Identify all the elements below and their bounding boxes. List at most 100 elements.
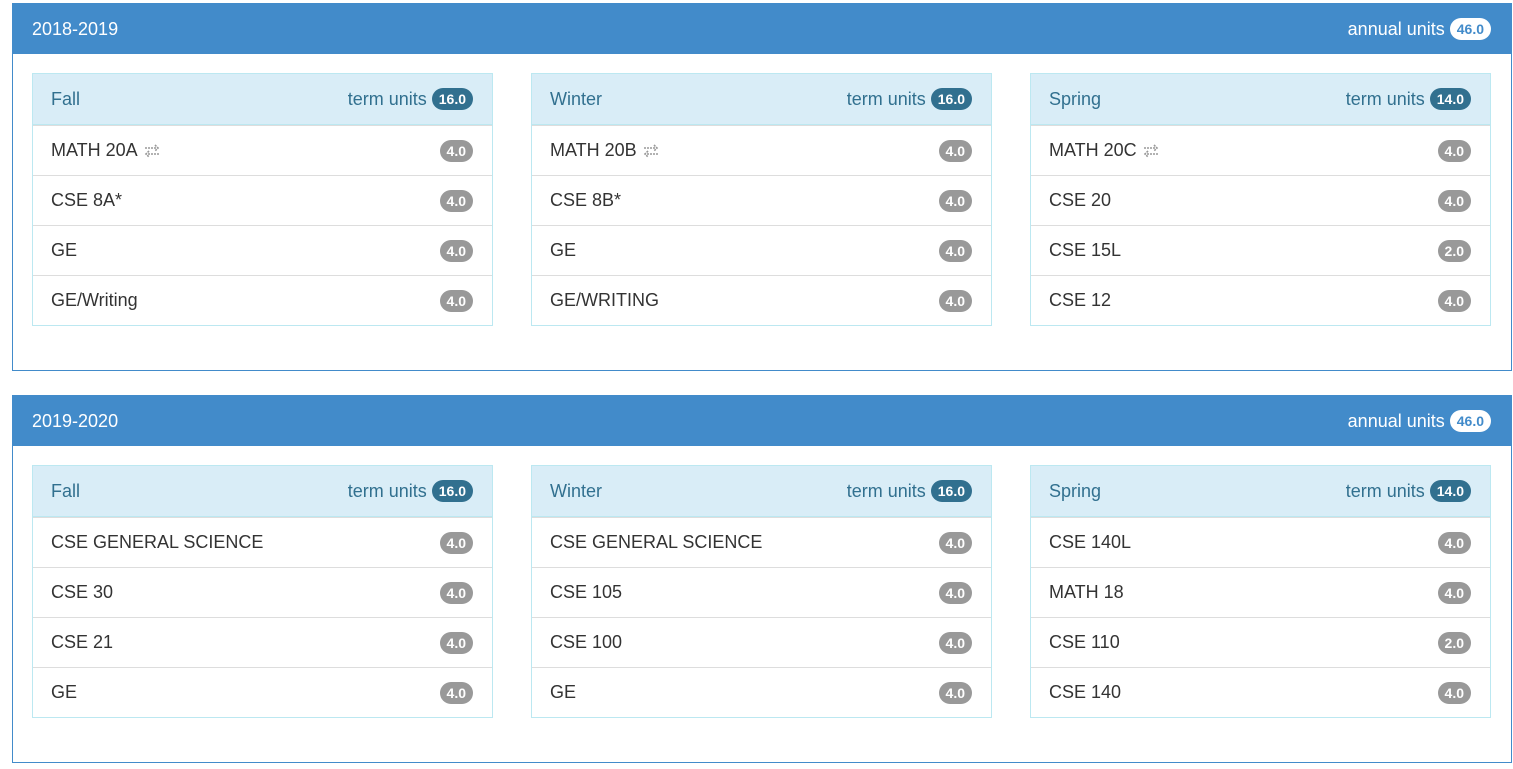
annual-units: annual units 46.0 [1348,18,1491,40]
course-units-badge: 4.0 [938,681,972,704]
course-name: CSE 100 [550,632,623,652]
course-name: GE [550,240,577,260]
course-row[interactable]: CSE 105 4.0 [532,567,991,617]
term-header: Spring term units 14.0 [1031,466,1490,517]
course-row[interactable]: CSE 140 4.0 [1031,667,1490,717]
term-units: term units 16.0 [847,88,972,110]
term-name: Winter [550,88,603,109]
course-units-badge: 4.0 [439,289,473,312]
swap-arrows-icon[interactable] [1142,143,1160,158]
year-title: 2018-2019 [32,18,119,39]
term-name: Fall [51,88,81,109]
course-row[interactable]: GE/Writing 4.0 [33,275,492,325]
term-units: term units 16.0 [348,88,473,110]
term-units-label: term units [347,88,427,109]
course-units-badge: 4.0 [938,139,972,162]
course-name: CSE GENERAL SCIENCE [51,532,264,552]
term-header: Fall term units 16.0 [33,466,492,517]
course-row[interactable]: GE 4.0 [33,667,492,717]
course-name: CSE 30 [51,582,114,602]
term-card-spring: Spring term units 14.0 MATH 20C 4.0 CSE … [1030,73,1491,326]
course-name: MATH 20A [51,140,138,160]
course-units-badge: 4.0 [938,581,972,604]
term-card-spring: Spring term units 14.0 CSE 140L 4.0 MATH… [1030,465,1491,718]
term-units-badge: 14.0 [1429,88,1471,110]
term-units: term units 14.0 [1346,480,1471,502]
term-units-badge: 16.0 [431,480,473,502]
course-row[interactable]: MATH 20A 4.0 [33,125,492,175]
course-row[interactable]: MATH 20C 4.0 [1031,125,1490,175]
course-name: CSE 15L [1049,240,1122,260]
course-name: GE/Writing [51,290,138,310]
term-name: Spring [1049,480,1102,501]
course-name: GE [51,682,78,702]
course-row[interactable]: CSE 140L 4.0 [1031,517,1490,567]
term-card-winter: Winter term units 16.0 MATH 20B 4.0 CSE … [531,73,992,326]
course-row[interactable]: CSE 30 4.0 [33,567,492,617]
course-row[interactable]: MATH 20B 4.0 [532,125,991,175]
year-panel-2018-2019: 2018-2019 annual units 46.0 Fall term un… [12,3,1512,371]
term-header: Winter term units 16.0 [532,74,991,125]
course-name: CSE 140 [1049,682,1122,702]
course-name: CSE 140L [1049,532,1132,552]
course-name: MATH 20B [550,140,637,160]
term-units-label: term units [846,88,926,109]
course-row[interactable]: GE 4.0 [532,225,991,275]
course-units-badge: 4.0 [1437,531,1471,554]
course-row[interactable]: CSE 20 4.0 [1031,175,1490,225]
course-row[interactable]: GE 4.0 [33,225,492,275]
course-row[interactable]: MATH 18 4.0 [1031,567,1490,617]
course-units-badge: 4.0 [1437,581,1471,604]
annual-units: annual units 46.0 [1348,410,1491,432]
course-name: CSE GENERAL SCIENCE [550,532,763,552]
course-name: GE [51,240,78,260]
term-card-fall: Fall term units 16.0 MATH 20A 4.0 CSE 8A… [32,73,493,326]
course-name: GE [550,682,577,702]
term-units-badge: 16.0 [431,88,473,110]
term-units-label: term units [1345,88,1425,109]
course-row[interactable]: CSE 15L 2.0 [1031,225,1490,275]
course-units-badge: 4.0 [938,189,972,212]
course-row[interactable]: CSE 110 2.0 [1031,617,1490,667]
course-row[interactable]: CSE 8B* 4.0 [532,175,991,225]
course-units-badge: 4.0 [1437,189,1471,212]
year-title: 2019-2020 [32,410,119,431]
course-row[interactable]: CSE 12 4.0 [1031,275,1490,325]
course-units-badge: 2.0 [1437,631,1471,654]
course-name: MATH 20C [1049,140,1137,160]
course-row[interactable]: GE/WRITING 4.0 [532,275,991,325]
course-name: CSE 8A* [51,190,123,210]
course-name: CSE 105 [550,582,623,602]
course-row[interactable]: CSE 100 4.0 [532,617,991,667]
course-units-badge: 4.0 [439,581,473,604]
term-header: Spring term units 14.0 [1031,74,1490,125]
term-card-fall: Fall term units 16.0 CSE GENERAL SCIENCE… [32,465,493,718]
course-units-badge: 4.0 [938,239,972,262]
course-units-badge: 4.0 [439,139,473,162]
course-name: CSE 20 [1049,190,1112,210]
course-units-badge: 4.0 [439,239,473,262]
course-name: CSE 12 [1049,290,1112,310]
course-units-badge: 2.0 [1437,239,1471,262]
year-header: 2019-2020 annual units 46.0 [13,396,1511,446]
course-units-badge: 4.0 [938,289,972,312]
swap-arrows-icon[interactable] [642,143,660,158]
course-row[interactable]: GE 4.0 [532,667,991,717]
term-name: Spring [1049,88,1102,109]
course-units-badge: 4.0 [1437,681,1471,704]
swap-arrows-icon[interactable] [143,143,161,158]
course-units-badge: 4.0 [439,631,473,654]
term-units-badge: 16.0 [930,480,972,502]
course-units-badge: 4.0 [938,531,972,554]
course-units-badge: 4.0 [439,531,473,554]
course-row[interactable]: CSE GENERAL SCIENCE 4.0 [532,517,991,567]
term-units-badge: 14.0 [1429,480,1471,502]
term-units: term units 16.0 [847,480,972,502]
course-row[interactable]: CSE GENERAL SCIENCE 4.0 [33,517,492,567]
course-name: GE/WRITING [550,290,659,310]
course-row[interactable]: CSE 21 4.0 [33,617,492,667]
course-row[interactable]: CSE 8A* 4.0 [33,175,492,225]
annual-units-badge: 46.0 [1449,410,1491,432]
course-name: CSE 21 [51,632,114,652]
course-name: CSE 8B* [550,190,622,210]
